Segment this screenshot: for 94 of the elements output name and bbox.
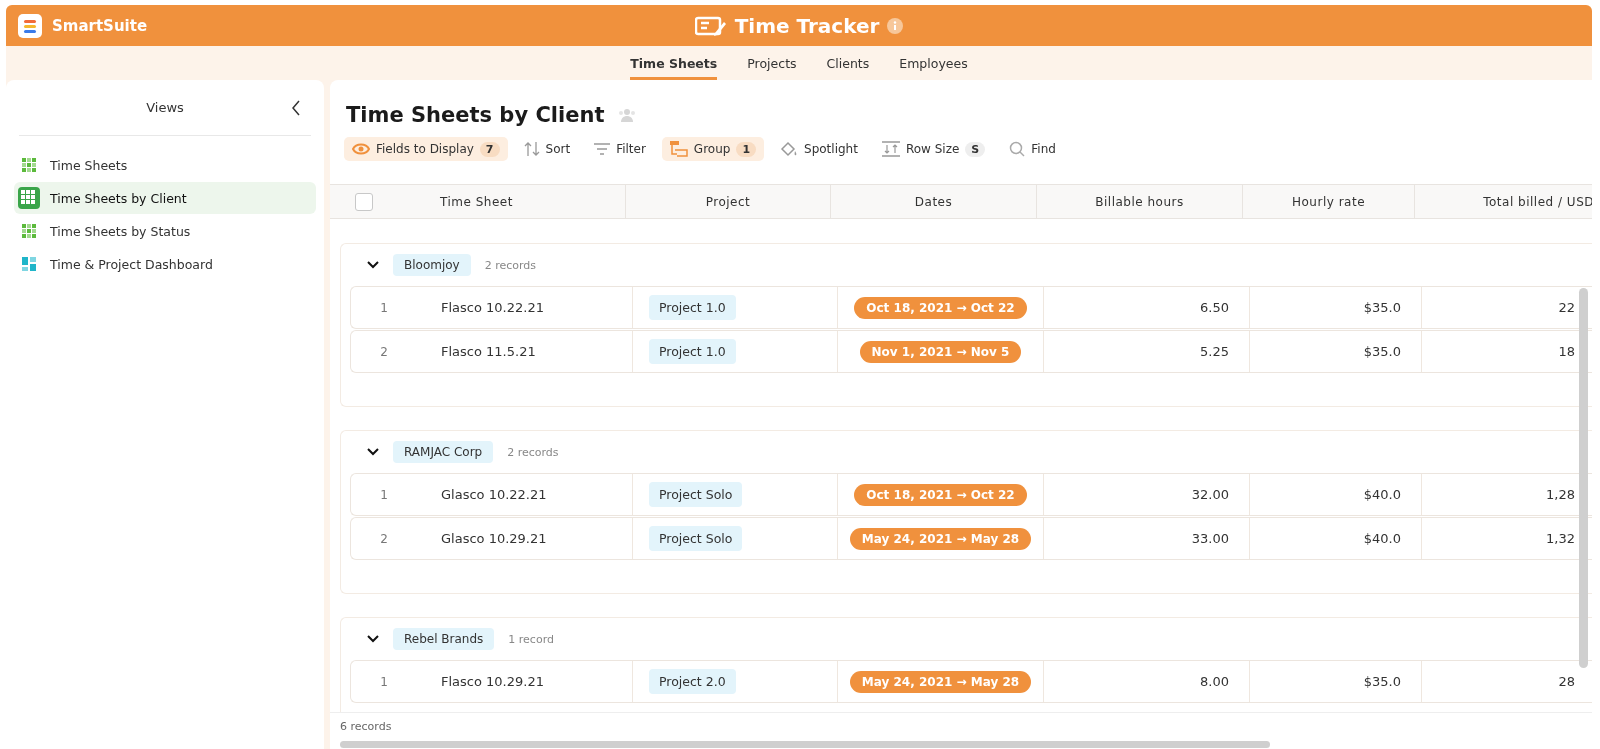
project-tag: Project 1.0: [649, 339, 736, 364]
total-records: 6 records: [340, 719, 392, 733]
count-badge: 7: [479, 141, 500, 157]
table-cell: 32.00: [1191, 487, 1229, 502]
timesheet-icon: [694, 14, 727, 37]
table-cell: 8.00: [1200, 674, 1229, 689]
table-cell: 5.25: [1200, 344, 1229, 359]
table-row[interactable]: 1 Glasco 10.22.21 Project Solo Oct 18, 2021 → Oct 22 32.00 $40.0 1,28: [350, 473, 1592, 516]
date-range-pill: Nov 1, 2021 → Nov 5: [859, 340, 1022, 363]
table-cell: Glasco 10.22.21: [441, 487, 547, 502]
table-cell: Glasco 10.29.21: [441, 531, 547, 546]
vertical-scrollbar[interactable]: [1579, 288, 1588, 668]
record-count: 1 record: [508, 632, 554, 646]
grid-view-icon: [18, 187, 40, 209]
group-icon: [669, 141, 688, 157]
record-count: 2 records: [507, 445, 559, 459]
filter-icon: [594, 143, 611, 155]
client-tag: Bloomjoy: [393, 254, 471, 276]
row-number: 2: [380, 531, 388, 546]
table-cell: $35.0: [1363, 300, 1401, 315]
table-cell: $40.0: [1363, 531, 1401, 546]
table-row[interactable]: 2 Flasco 11.5.21 Project 1.0 Nov 1, 2021 → Nov 5 5.25 $35.0 18: [350, 330, 1592, 373]
horizontal-scrollbar[interactable]: [340, 741, 1270, 748]
table-cell: 6.50: [1200, 300, 1229, 315]
nav-tab[interactable]: Projects: [747, 46, 797, 80]
chevron-icon[interactable]: [367, 448, 379, 456]
date-range-pill: May 24, 2021 → May 28: [849, 670, 1032, 693]
column-header[interactable]: Project: [705, 194, 751, 209]
table-cell: 1,32: [1546, 531, 1575, 546]
app-name: SmartSuite: [52, 16, 148, 35]
toolbar-button[interactable]: Group 1: [661, 137, 765, 161]
info-icon: [887, 17, 904, 34]
table-row[interactable]: 2 Glasco 10.29.21 Project Solo May 24, 2021 → May 28 33.00 $40.0 1,32: [350, 517, 1592, 560]
date-range-pill: May 24, 2021 → May 28: [849, 527, 1032, 550]
table-cell: Flasco 10.29.21: [441, 674, 544, 689]
row-number: 1: [380, 674, 388, 689]
collapse-chevron-icon: [291, 100, 301, 116]
column-header[interactable]: Hourly rate: [1292, 194, 1365, 209]
toolbar-button[interactable]: Sort: [515, 137, 579, 161]
count-badge: 1: [736, 141, 757, 157]
solution-title: Time Tracker: [734, 13, 880, 38]
toolbar-button[interactable]: Filter: [586, 137, 654, 161]
column-header[interactable]: Dates: [914, 194, 953, 209]
sidebar-title: Views: [146, 100, 184, 115]
project-tag: Project Solo: [649, 482, 743, 507]
sidebar-item[interactable]: Time & Project Dashboard: [14, 248, 316, 280]
table-cell: 18: [1558, 344, 1575, 359]
sidebar-item[interactable]: Time Sheets by Status: [14, 215, 316, 247]
toolbar-button[interactable]: Spotlight: [772, 137, 866, 161]
table-cell: $35.0: [1363, 344, 1401, 359]
table-row[interactable]: 1 Flasco 10.29.21 Project 2.0 May 24, 2021 → May 28 8.00 $35.0 28: [350, 660, 1592, 703]
people-icon: [618, 108, 637, 122]
dashboard-view-icon: [22, 257, 36, 271]
select-all-checkbox[interactable]: [355, 192, 373, 211]
date-range-pill: Oct 18, 2021 → Oct 22: [854, 483, 1027, 506]
count-badge: S: [965, 141, 986, 157]
eye-icon: [352, 143, 370, 155]
table-cell: 28: [1558, 674, 1575, 689]
row-number: 1: [380, 487, 388, 502]
nav-tab[interactable]: Employees: [899, 46, 968, 80]
toolbar-button[interactable]: Row Size S: [873, 137, 994, 161]
chevron-icon[interactable]: [367, 635, 379, 643]
toolbar-button[interactable]: Find: [1001, 137, 1064, 161]
toolbar-button[interactable]: Fields to Display 7: [344, 137, 508, 161]
table-cell: $35.0: [1363, 674, 1401, 689]
column-header[interactable]: Time Sheet: [440, 194, 513, 209]
row-height-icon: [881, 141, 900, 157]
grid-view-icon: [22, 158, 36, 172]
table-cell: 33.00: [1191, 531, 1229, 546]
table-cell: Flasco 11.5.21: [441, 344, 536, 359]
project-tag: Project 2.0: [649, 669, 736, 694]
table-row[interactable]: 1 Flasco 10.22.21 Project 1.0 Oct 18, 2021 → Oct 22 6.50 $35.0 22: [350, 286, 1592, 329]
grid-view-icon: [22, 224, 36, 238]
table-cell: $40.0: [1363, 487, 1401, 502]
view-title: Time Sheets by Client: [346, 103, 605, 127]
nav-tab[interactable]: Clients: [826, 46, 870, 80]
sidebar-item[interactable]: Time Sheets by Client: [14, 182, 316, 214]
row-number: 2: [380, 344, 388, 359]
project-tag: Project Solo: [649, 526, 743, 551]
sort-icon: [523, 141, 540, 157]
date-range-pill: Oct 18, 2021 → Oct 22: [854, 296, 1027, 319]
client-tag: Rebel Brands: [393, 628, 495, 650]
table-cell: Flasco 10.22.21: [441, 300, 544, 315]
record-count: 2 records: [484, 258, 537, 272]
table-cell: 1,28: [1546, 487, 1575, 502]
table-cell: 22: [1558, 300, 1575, 315]
project-tag: Project 1.0: [649, 295, 736, 320]
client-tag: RAMJAC Corp: [393, 441, 494, 463]
row-number: 1: [380, 300, 388, 315]
app-logo-icon: [18, 13, 42, 38]
sidebar-item[interactable]: Time Sheets: [14, 149, 316, 181]
search-icon: [1009, 141, 1026, 157]
column-header[interactable]: Billable hours: [1095, 194, 1184, 209]
chevron-icon[interactable]: [367, 261, 379, 269]
